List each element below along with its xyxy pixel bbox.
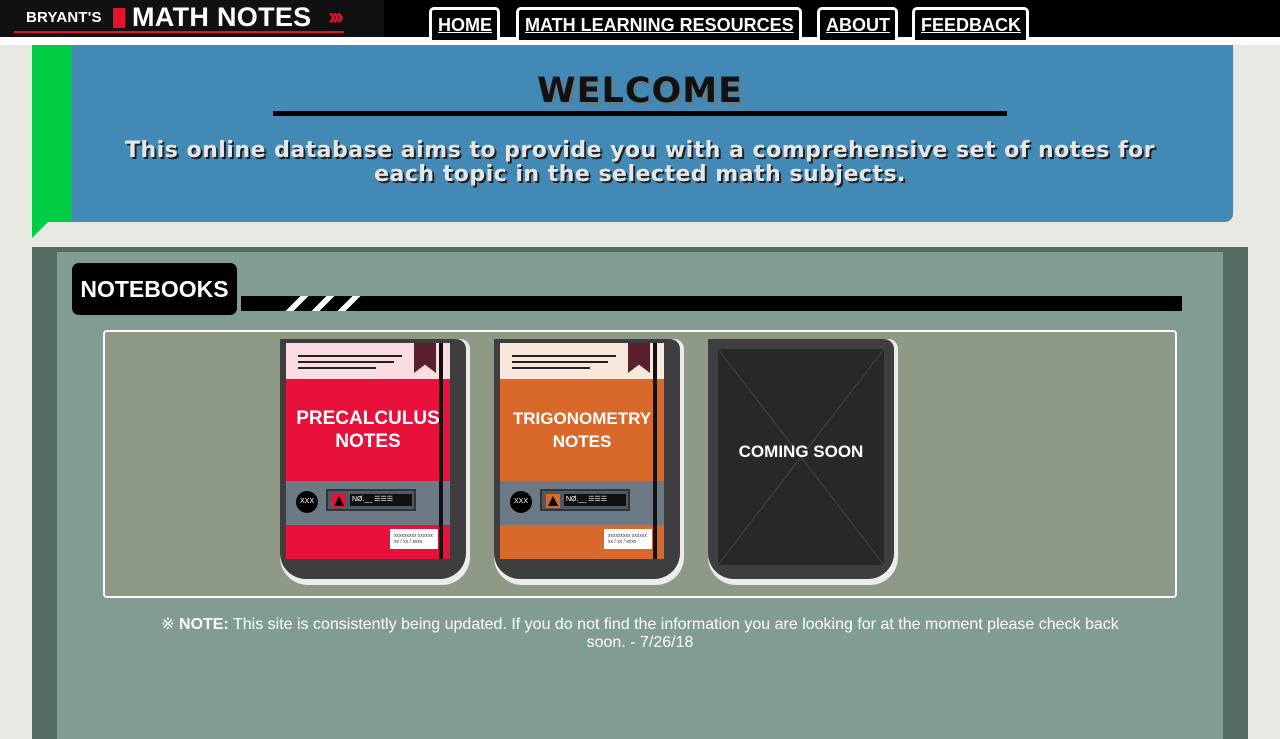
book-cover: TRIGONOMETRY NOTES XXX NØ.__ ☰☰☰ xxxxxxx… — [500, 343, 664, 559]
precalculus-notebook[interactable]: PRECALCULUS NOTES XXX NØ.__ ☰☰☰ xxxxxxxx… — [280, 339, 470, 587]
nav-about-button[interactable]: ABOUT — [817, 7, 898, 40]
welcome-title: WELCOME — [537, 71, 743, 111]
book-elastic-band — [439, 343, 443, 559]
coming-soon-label: COMING SOON — [738, 442, 864, 461]
notebooks-heading: NOTEBOOKS — [72, 263, 237, 315]
book-line — [512, 355, 616, 357]
triangle-icon — [546, 494, 560, 508]
book-title-line1: TRIGONOMETRY — [512, 409, 652, 428]
book-line — [298, 361, 394, 363]
rule-stripe — [285, 296, 309, 311]
rule-stripe — [311, 296, 335, 311]
book-line — [298, 355, 402, 357]
book-tag-text: NØ.__ ☰☰☰ — [564, 494, 626, 506]
note-text: This site is consistently being updated.… — [232, 616, 1119, 651]
logo-underline — [14, 31, 344, 33]
logo-red-block — [113, 8, 125, 28]
book-circle-badge: XXX — [296, 491, 318, 513]
book-elastic-band — [653, 343, 657, 559]
book-tag: NØ.__ ☰☰☰ — [326, 489, 416, 511]
book-tag: NØ.__ ☰☰☰ — [540, 489, 630, 511]
book-title: PRECALCULUS NOTES — [286, 407, 450, 453]
site-logo[interactable]: BRYANT'S MATH NOTES ››› — [0, 0, 384, 37]
triangle-icon — [332, 494, 346, 508]
placeholder-cover: COMING SOON — [718, 349, 884, 565]
book-sticker: xxxxxxxxx xxxxxx xx / xx / xxxx — [604, 529, 652, 549]
book-tag-text: NØ.__ ☰☰☰ — [350, 494, 412, 506]
book-line — [512, 361, 608, 363]
update-note: ※ NOTE: This site is consistently being … — [160, 616, 1120, 652]
book-title: TRIGONOMETRY NOTES — [500, 407, 664, 453]
logo-chevrons: ››› — [328, 3, 344, 30]
welcome-green-accent — [32, 45, 72, 222]
book-title-line2: NOTES — [552, 432, 612, 451]
logo-name: MATH NOTES — [132, 2, 312, 32]
note-symbol: ※ — [161, 616, 175, 633]
welcome-banner: WELCOME This online database aims to pro… — [72, 45, 1233, 222]
welcome-green-fold — [32, 222, 48, 238]
nav-feedback-button[interactable]: FEEDBACK — [912, 7, 1030, 40]
rule-stripe — [337, 296, 361, 311]
book-circle-badge: XXX — [510, 491, 532, 513]
nav-math-learning-resources-button[interactable]: MATH LEARNING RESOURCES — [516, 7, 802, 40]
welcome-text: This online database aims to provide you… — [125, 138, 1155, 187]
nav-home-button[interactable]: HOME — [429, 7, 500, 40]
coming-soon-notebook: COMING SOON — [708, 339, 898, 587]
book-title-line2: NOTES — [335, 431, 401, 452]
book-cover: PRECALCULUS NOTES XXX NØ.__ ☰☰☰ xxxxxxxx… — [286, 343, 450, 559]
book-title-line1: PRECALCULUS — [296, 408, 440, 429]
book-sticker: xxxxxxxxx xxxxxx xx / xx / xxxx — [390, 529, 438, 549]
logo-prefix: BRYANT'S — [26, 9, 102, 26]
book-line — [298, 367, 376, 369]
welcome-divider — [273, 111, 1007, 116]
trigonometry-notebook[interactable]: TRIGONOMETRY NOTES XXX NØ.__ ☰☰☰ xxxxxxx… — [494, 339, 684, 587]
notebooks-heading-rule — [241, 296, 1182, 311]
book-line — [512, 367, 590, 369]
note-label: NOTE: — [179, 616, 229, 633]
